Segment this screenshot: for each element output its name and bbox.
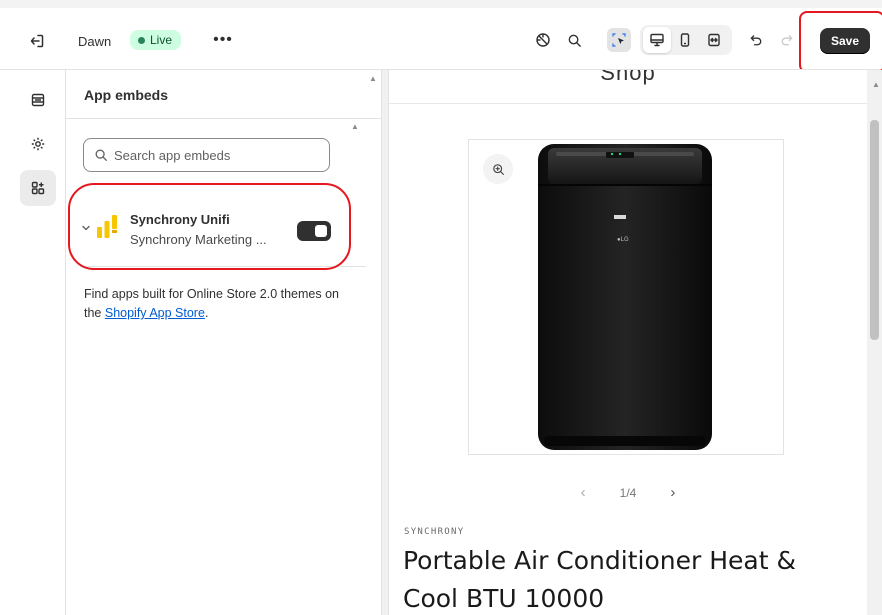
inspector-button[interactable] [607,28,631,52]
app-embeds-panel: App embeds ▲ ▲ Synchrony Unifi Synchrony… [66,70,382,615]
shopify-app-store-link[interactable]: Shopify App Store [105,306,205,320]
accessibility-button[interactable] [531,28,555,52]
svg-text:●LG: ●LG [617,237,629,243]
theme-settings-icon [31,137,45,151]
undo-icon [750,34,761,45]
undo-button[interactable] [744,28,768,52]
live-status-label: Live [150,33,173,47]
panel-title: App embeds [84,87,169,103]
panel-divider [66,118,382,119]
help-text-suffix: . [204,306,209,320]
list-scroll-up-icon[interactable]: ▲ [351,122,359,131]
save-highlight-annotation [799,11,882,73]
product-image-frame[interactable]: ●LG [468,139,784,455]
app-embed-highlight-annotation [68,183,351,270]
desktop-view-button[interactable] [645,28,669,52]
redo-button[interactable] [774,28,798,52]
search-icon [568,34,581,47]
search-button[interactable] [562,28,586,52]
preview-scroll-up-icon[interactable]: ▲ [872,80,880,89]
mobile-view-button[interactable] [673,28,697,52]
carousel-prev-icon[interactable]: ‹ [581,484,586,501]
desktop-icon [650,33,664,47]
zoom-in-icon [492,163,504,175]
app-embeds-icon [31,181,45,195]
inspector-icon [612,33,626,47]
carousel-position: 1/4 [619,485,637,500]
storefront-preview[interactable]: Shop ●LG ‹ 1/4 › SYNCHRONY Portable Air … [389,70,867,615]
redo-icon [781,34,792,45]
sidebar-rail [0,70,66,615]
search-icon [95,149,107,161]
zoom-button[interactable] [483,154,513,184]
shop-header: Shop [389,70,867,104]
live-status-badge: Live [130,30,182,50]
sidebar-item-app-embeds[interactable] [20,170,56,206]
help-text: Find apps built for Online Store 2.0 the… [84,285,344,323]
search-app-embeds-field[interactable] [83,138,330,172]
theme-name[interactable]: Dawn [78,34,111,49]
sidebar-item-sections[interactable] [20,82,56,118]
full-width-icon [708,33,720,47]
editor-top-bar: Dawn Live ••• Save [0,0,882,70]
full-width-button[interactable] [702,28,726,52]
search-app-embeds-input[interactable] [114,147,314,163]
exit-button[interactable] [26,30,48,52]
sidebar-item-theme-settings[interactable] [20,126,56,162]
sections-icon [31,93,45,107]
mobile-icon [680,33,690,47]
product-title: Portable Air Conditioner Heat & Cool BTU… [403,546,796,613]
panel-scroll-up-icon[interactable]: ▲ [369,74,377,83]
shop-title[interactable]: Shop [389,70,867,86]
product-vendor: SYNCHRONY [404,527,465,537]
air-conditioner-image: ●LG [538,144,712,450]
image-carousel-controls: ‹ 1/4 › [389,484,867,501]
carousel-next-icon[interactable]: › [670,484,675,501]
exit-icon [30,34,44,48]
preview-scrollbar-thumb[interactable] [870,120,879,340]
accessibility-icon [536,33,550,47]
live-dot-icon [138,36,145,44]
more-actions-button[interactable]: ••• [210,30,236,50]
